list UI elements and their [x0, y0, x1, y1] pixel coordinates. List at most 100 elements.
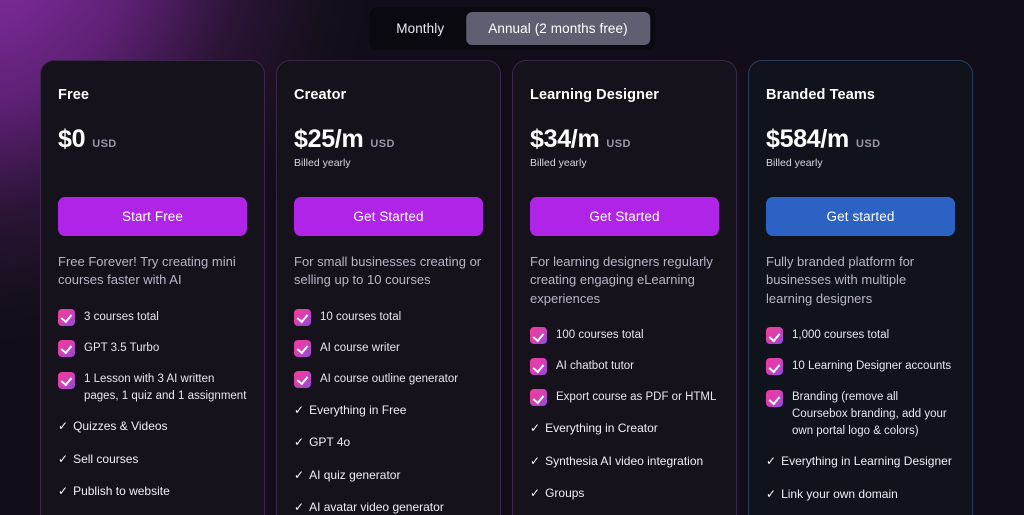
- feature-label: Link your own domain: [781, 486, 898, 501]
- checkmark-icon: ✓: [294, 402, 305, 417]
- feature-item-plain: ✓ Sell courses: [58, 451, 247, 468]
- plan-cta-button[interactable]: Get Started: [530, 197, 719, 236]
- feature-item-checked: 100 courses total: [530, 327, 719, 345]
- feature-label: Synthesia AI video integration: [545, 453, 704, 468]
- checkmark-icon: ✓: [58, 451, 69, 466]
- feature-item-checked: AI chatbot tutor: [530, 358, 719, 376]
- plan-cta-button[interactable]: Get started: [766, 197, 955, 236]
- plan-currency: USD: [856, 138, 881, 150]
- feature-label: Publish to website: [73, 484, 170, 499]
- feature-item-plain: ✓ Publish to website: [58, 483, 247, 500]
- feature-item-checked: Branding (remove all Coursebox branding,…: [766, 389, 955, 439]
- feature-label: Quizzes & Videos: [73, 419, 168, 434]
- feature-label: Everything in Creator: [545, 421, 658, 436]
- feature-item-checked: 3 courses total: [58, 308, 247, 326]
- checkbox-checked-icon: [294, 339, 311, 357]
- pricing-page: Monthly Annual (2 months free) Free $0 USD S…: [0, 0, 1024, 515]
- checkbox-checked-icon: [58, 371, 75, 389]
- feature-list: 3 courses total GPT 3.5 Turbo 1 Lesson wit…: [58, 308, 247, 515]
- feature-item-checked: 10 Learning Designer accounts: [766, 358, 955, 376]
- billing-note: Billed yearly: [294, 157, 351, 169]
- feature-item-plain: ✓ Link your own domain: [766, 486, 955, 503]
- plan-price: $25/m: [294, 125, 364, 153]
- checkbox-checked-icon: [766, 390, 783, 408]
- feature-label: Everything in Learning Designer: [781, 454, 952, 469]
- plan-name: Branded Teams: [766, 87, 876, 103]
- feature-item-plain: ✓ Groups: [530, 485, 719, 502]
- checkmark-icon: ✓: [58, 419, 69, 434]
- plan-tagline: Free Forever! Try creating mini courses …: [58, 254, 236, 288]
- feature-label: 10 Learning Designer accounts: [792, 360, 952, 373]
- checkmark-icon: ✓: [766, 454, 777, 469]
- feature-label: 1,000 courses total: [792, 329, 890, 342]
- feature-list: 100 courses total AI chatbot tutor Export …: [530, 327, 719, 502]
- checkmark-icon: ✓: [58, 484, 69, 499]
- plan-currency: USD: [92, 138, 117, 150]
- checkbox-checked-icon: [530, 327, 547, 345]
- plan-tagline: For small businesses creating or selling…: [294, 254, 482, 288]
- plan-price: $34/m: [530, 125, 600, 153]
- feature-label: AI avatar video generator: [309, 500, 444, 515]
- checkbox-checked-icon: [530, 358, 547, 376]
- checkmark-icon: ✓: [294, 467, 305, 482]
- price-row: $25/m USD: [294, 125, 483, 154]
- checkmark-icon: ✓: [530, 453, 541, 468]
- feature-label: Export course as PDF or HTML: [556, 391, 717, 404]
- feature-item-checked: AI course writer: [294, 339, 483, 357]
- feature-label: GPT 3.5 Turbo: [84, 341, 160, 354]
- plan-currency: USD: [370, 138, 395, 150]
- feature-label: 1 Lesson with 3 AI written pages, 1 quiz…: [84, 372, 247, 402]
- checkbox-checked-icon: [58, 339, 75, 357]
- feature-item-plain: ✓ Everything in Creator: [530, 420, 719, 437]
- billing-toggle-option-annual[interactable]: Annual (2 months free): [466, 12, 650, 45]
- feature-label: Everything in Free: [309, 402, 407, 417]
- checkbox-checked-icon: [294, 370, 311, 388]
- feature-item-plain: ✓ Quizzes & Videos: [58, 418, 247, 435]
- feature-item-plain: ✓ Everything in Free: [294, 402, 483, 419]
- feature-label: Sell courses: [73, 451, 139, 466]
- plan-tagline: For learning designers regularly creatin…: [530, 254, 713, 306]
- checkmark-icon: ✓: [294, 435, 305, 450]
- pricing-card: Free $0 USD Start Free Free Forever! Try cre…: [40, 60, 265, 515]
- feature-item-plain: ✓ Synthesia AI video integration: [530, 453, 719, 470]
- checkbox-checked-icon: [294, 308, 311, 326]
- billing-note: Billed yearly: [766, 157, 823, 169]
- checkmark-icon: ✓: [294, 500, 305, 515]
- feature-list: 1,000 courses total 10 Learning Designer …: [766, 327, 955, 503]
- checkmark-icon: ✓: [530, 486, 541, 501]
- plan-name: Free: [58, 87, 90, 103]
- plan-cta-button[interactable]: Start Free: [58, 197, 247, 236]
- pricing-card: Branded Teams $584/m USD Billed yearly Get s…: [748, 60, 973, 515]
- plan-cta-button[interactable]: Get Started: [294, 197, 483, 236]
- feature-list: 10 courses total AI course writer AI cours…: [294, 308, 483, 515]
- checkbox-checked-icon: [766, 358, 783, 376]
- plan-name: Learning Designer: [530, 87, 660, 103]
- feature-label: AI quiz generator: [309, 467, 401, 482]
- feature-item-checked: 1 Lesson with 3 AI written pages, 1 quiz…: [58, 371, 247, 404]
- feature-label: AI course outline generator: [320, 372, 459, 385]
- checkbox-checked-icon: [530, 389, 547, 407]
- price-row: $0 USD: [58, 125, 247, 154]
- plan-name: Creator: [294, 87, 347, 103]
- feature-label: 10 courses total: [320, 310, 402, 323]
- feature-label: 3 courses total: [84, 310, 159, 323]
- plan-price: $0: [58, 125, 86, 153]
- feature-item-checked: 10 courses total: [294, 308, 483, 326]
- pricing-card: Learning Designer $34/m USD Billed yearly Ge…: [512, 60, 737, 515]
- feature-item-checked: 1,000 courses total: [766, 327, 955, 345]
- checkmark-icon: ✓: [530, 421, 541, 436]
- plan-tagline: Fully branded platform for businesses wi…: [766, 254, 915, 306]
- feature-label: AI course writer: [320, 341, 400, 354]
- pricing-cards-row: Free $0 USD Start Free Free Forever! Try cre…: [40, 60, 984, 515]
- feature-label: 100 courses total: [556, 329, 644, 342]
- feature-item-plain: ✓ AI avatar video generator: [294, 499, 483, 515]
- billing-toggle-option-monthly[interactable]: Monthly: [374, 12, 466, 45]
- checkmark-icon: ✓: [766, 486, 777, 501]
- billing-period-toggle[interactable]: Monthly Annual (2 months free): [369, 7, 655, 50]
- price-row: $34/m USD: [530, 125, 719, 154]
- feature-label: GPT 4o: [309, 435, 351, 450]
- price-row: $584/m USD: [766, 125, 955, 154]
- feature-item-checked: AI course outline generator: [294, 370, 483, 388]
- billing-note: Billed yearly: [530, 157, 587, 169]
- feature-item-checked: Export course as PDF or HTML: [530, 389, 719, 407]
